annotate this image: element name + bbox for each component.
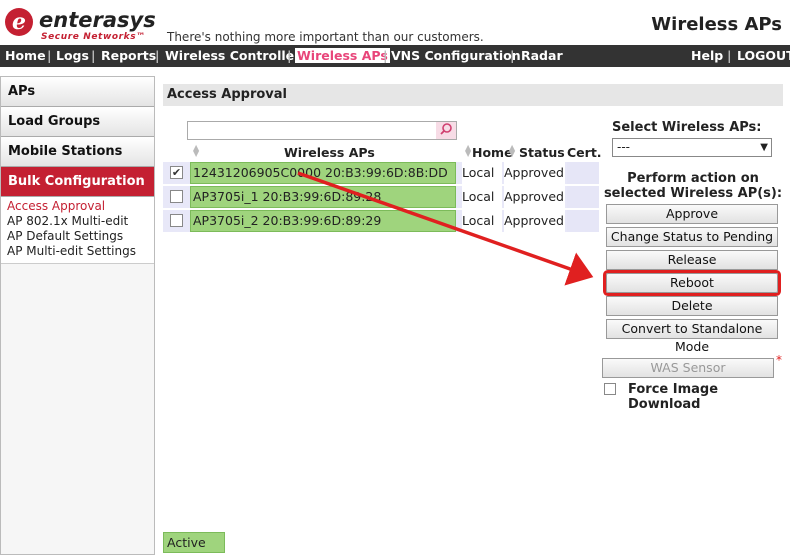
nav-separator: | xyxy=(287,48,292,63)
tagline: There's nothing more important than our … xyxy=(167,30,484,44)
change-status-pending-button[interactable]: Change Status to Pending xyxy=(606,227,778,247)
svg-text:e: e xyxy=(12,9,26,35)
nav-separator: | xyxy=(47,48,52,63)
header: e enterasys Secure Networks™ There's not… xyxy=(0,0,790,45)
logo-subtitle: Secure Networks™ xyxy=(41,32,146,42)
nav-separator: | xyxy=(510,48,515,63)
sort-arrows-icon[interactable]: ▲ ▼ xyxy=(509,144,515,158)
approve-button[interactable]: Approve xyxy=(606,204,778,224)
status-cell: Approved xyxy=(504,186,565,208)
nav-separator: | xyxy=(727,48,732,63)
column-header-cert[interactable]: Cert. xyxy=(567,145,602,160)
convert-standalone-button[interactable]: Convert to Standalone Mode xyxy=(606,319,778,354)
logo-wordmark: enterasys xyxy=(39,8,156,32)
sidebar-item-ap-8021x-multi-edit[interactable]: AP 802.1x Multi-edit xyxy=(1,214,154,229)
status-cell: Approved xyxy=(504,162,565,184)
select-aps-label: Select Wireless APs: xyxy=(612,120,762,135)
ap-name-cell[interactable]: 12431206905C0000 20:B3:99:6D:8B:DD xyxy=(190,162,456,184)
enterasys-logo: e enterasys Secure Networks™ xyxy=(5,8,156,42)
delete-button[interactable]: Delete xyxy=(606,296,778,316)
page-title: Wireless APs xyxy=(651,14,782,35)
force-image-download-label: Force Image Download xyxy=(628,382,719,412)
row-checkbox[interactable]: ✔ xyxy=(170,166,183,179)
home-cell: Local xyxy=(462,210,502,232)
table-row[interactable]: AP3705i_2 20:B3:99:6D:89:29 Local Approv… xyxy=(163,210,599,232)
sidebar-tab-bulk-configuration[interactable]: Bulk Configuration xyxy=(1,167,154,197)
home-cell: Local xyxy=(462,162,502,184)
row-checkbox[interactable] xyxy=(170,190,183,203)
nav-wireless-controller[interactable]: Wireless Controller xyxy=(165,48,300,63)
sidebar: APs Load Groups Mobile Stations Bulk Con… xyxy=(0,76,155,555)
table-row[interactable]: AP3705i_1 20:B3:99:6D:89:28 Local Approv… xyxy=(163,186,599,208)
status-cell: Approved xyxy=(504,210,565,232)
nav-separator: | xyxy=(155,48,160,63)
nav-wireless-aps[interactable]: Wireless APs xyxy=(295,48,390,63)
ap-search-input[interactable] xyxy=(187,121,457,140)
column-header-status[interactable]: Status xyxy=(519,145,565,160)
nav-logout[interactable]: LOGOUT xyxy=(737,48,790,63)
table-row[interactable]: ✔ 12431206905C0000 20:B3:99:6D:8B:DD Loc… xyxy=(163,162,599,184)
column-header-wireless-aps[interactable]: Wireless APs xyxy=(284,145,375,160)
top-nav: Home | Logs | Reports | Wireless Control… xyxy=(0,45,790,67)
nav-reports[interactable]: Reports xyxy=(101,48,156,63)
ap-name-cell[interactable]: AP3705i_2 20:B3:99:6D:89:29 xyxy=(190,210,456,232)
sort-arrows-icon[interactable]: ▲ ▼ xyxy=(193,144,199,158)
nav-vns-configuration[interactable]: VNS Configuration xyxy=(391,48,521,63)
nav-home[interactable]: Home xyxy=(5,48,46,63)
sidebar-tab-load-groups[interactable]: Load Groups xyxy=(1,107,154,137)
was-sensor-button[interactable]: WAS Sensor xyxy=(602,358,774,378)
select-aps-dropdown[interactable]: --- ▼ xyxy=(612,138,772,157)
sidebar-item-access-approval[interactable]: Access Approval xyxy=(1,199,154,214)
force-image-download-checkbox[interactable] xyxy=(604,383,616,395)
required-mark: * xyxy=(776,353,782,367)
perform-action-label: Perform action on selected Wireless AP(s… xyxy=(603,171,783,201)
section-title: Access Approval xyxy=(163,84,783,106)
nav-logs[interactable]: Logs xyxy=(56,48,89,63)
active-ap-legend: Active AP xyxy=(163,532,225,555)
chevron-down-icon: ▼ xyxy=(760,142,768,153)
nav-separator: | xyxy=(91,48,96,63)
home-cell: Local xyxy=(462,186,502,208)
nav-separator: | xyxy=(383,48,388,63)
sidebar-tab-aps[interactable]: APs xyxy=(1,77,154,107)
search-icon[interactable] xyxy=(436,122,456,139)
sidebar-tab-mobile-stations[interactable]: Mobile Stations xyxy=(1,137,154,167)
sidebar-item-ap-default-settings[interactable]: AP Default Settings xyxy=(1,229,154,244)
select-aps-value: --- xyxy=(617,140,630,154)
release-button[interactable]: Release xyxy=(606,250,778,270)
sidebar-subitems: Access Approval AP 802.1x Multi-edit AP … xyxy=(1,197,154,264)
cert-cell xyxy=(567,162,599,184)
sort-arrows-icon[interactable]: ▲ ▼ xyxy=(465,144,471,158)
column-header-home[interactable]: Home xyxy=(472,145,513,160)
row-checkbox[interactable] xyxy=(170,214,183,227)
sidebar-item-ap-multi-edit-settings[interactable]: AP Multi-edit Settings xyxy=(1,244,154,259)
cert-cell xyxy=(567,210,599,232)
nav-radar[interactable]: Radar xyxy=(521,48,563,63)
page: e enterasys Secure Networks™ There's not… xyxy=(0,0,790,555)
ap-name-cell[interactable]: AP3705i_1 20:B3:99:6D:89:28 xyxy=(190,186,456,208)
nav-help[interactable]: Help xyxy=(691,48,723,63)
cert-cell xyxy=(567,186,599,208)
reboot-button[interactable]: Reboot xyxy=(606,273,778,293)
